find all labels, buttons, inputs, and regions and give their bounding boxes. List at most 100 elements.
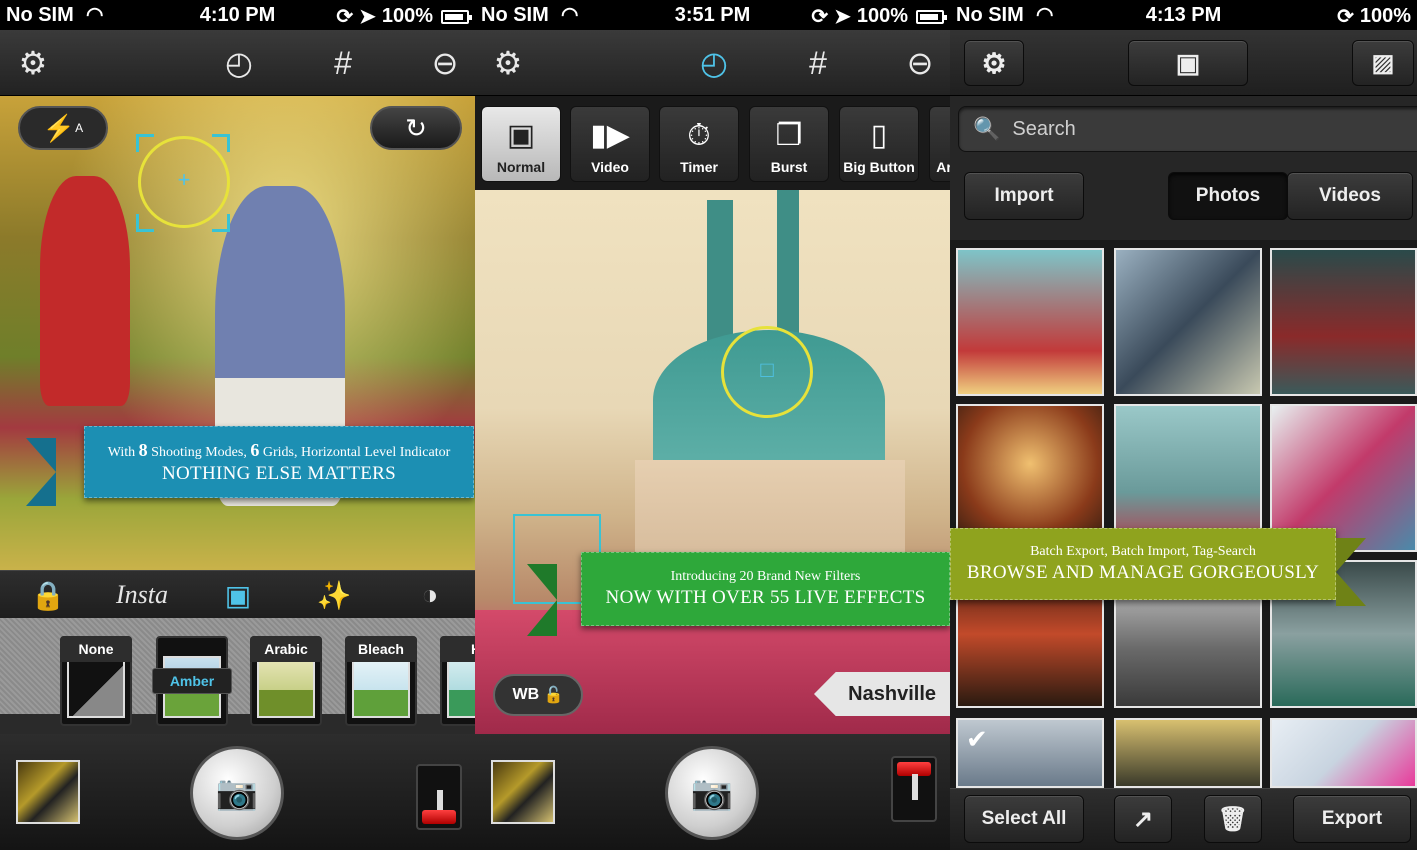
insta-button[interactable]: Insta	[112, 577, 172, 613]
tab-photos[interactable]: Photos	[1168, 172, 1288, 220]
photo-thumbnail[interactable]	[1114, 718, 1262, 788]
lock-rotation-icon: ⟳	[1337, 6, 1354, 28]
recent-photo-thumbnail[interactable]	[491, 760, 555, 824]
top-toolbar: ⚙ ▣ ▨	[950, 30, 1417, 96]
white-balance-lock-button[interactable]: WB 🔓	[493, 674, 583, 716]
flash-auto-button[interactable]: ⚡ A	[18, 106, 108, 150]
promo-ribbon: Batch Export, Batch Import, Tag-Search B…	[950, 528, 1336, 600]
search-bar: 🔍	[958, 106, 1417, 152]
status-bar: No SIM ◠ 4:13 PM ⟳ 100%	[950, 0, 1417, 30]
stabilizer-timer-icon[interactable]: ◴	[693, 42, 735, 84]
import-button[interactable]: Import	[964, 172, 1084, 220]
filter-label: H	[440, 636, 475, 662]
export-button[interactable]: Export	[1293, 795, 1411, 843]
lock-rotation-icon: ⟳	[811, 6, 829, 28]
settings-button[interactable]: ⚙	[964, 40, 1024, 86]
ribbon-tail	[1336, 538, 1366, 606]
focus-reticle[interactable]: □	[721, 326, 813, 418]
stopwatch-icon: ⏱	[687, 119, 711, 152]
mode-partial-button[interactable]: ▯Ar	[929, 106, 950, 182]
level-icon[interactable]: ⊖	[424, 42, 466, 84]
ribbon-title: NOTHING ELSE MATTERS	[162, 462, 396, 484]
capture-bar: 📷	[0, 734, 475, 850]
share-button[interactable]: ↗	[1114, 795, 1172, 843]
mode-label: Big Button	[843, 159, 915, 175]
gear-icon[interactable]: ⚙	[487, 42, 529, 84]
mode-timer-button[interactable]: ⏱ Timer	[659, 106, 739, 182]
photo-thumbnail[interactable]	[1270, 248, 1417, 396]
mode-normal-button[interactable]: ▣ Normal	[481, 106, 561, 182]
promo-ribbon: With 8 Shooting Modes, 6 Grids, Horizont…	[84, 426, 474, 498]
status-bar: No SIM ◠ 3:51 PM ⟳ ➤ 100%	[475, 0, 950, 30]
photo-thumbnail[interactable]	[1270, 718, 1417, 788]
mode-label: Ar	[936, 159, 950, 175]
level-icon[interactable]: ⊖	[899, 42, 941, 84]
person-red-jacket	[40, 176, 130, 406]
lock-rotation-icon: ⟳	[336, 6, 354, 28]
mode-switch[interactable]	[891, 756, 937, 822]
filter-partial[interactable]: H	[440, 636, 475, 726]
gear-icon[interactable]: ⚙	[12, 42, 54, 84]
filter-none[interactable]: None	[60, 636, 132, 726]
viewfinder[interactable]: □ Introducing 20 Brand New Filters NOW W…	[475, 190, 950, 734]
gallery-button[interactable]: ▨	[1352, 40, 1414, 86]
wb-label: WB	[512, 686, 540, 703]
switch-camera-button[interactable]: ↻	[370, 106, 462, 150]
battery-percent: 100%	[856, 5, 908, 27]
mode-burst-button[interactable]: ❐ Burst	[749, 106, 829, 182]
battery-icon	[916, 9, 947, 24]
photo-thumbnail[interactable]	[956, 248, 1104, 396]
camera-icon: ▣	[1175, 47, 1201, 78]
photo-thumbnail[interactable]: ✔	[956, 718, 1104, 788]
camera-button[interactable]: ▣	[1128, 40, 1248, 86]
filter-arabic[interactable]: Arabic	[250, 636, 322, 726]
ribbon-text: Grids, Horizontal Level Indicator	[259, 444, 451, 460]
capture-bar: 📷	[475, 734, 950, 850]
switch-knob	[422, 810, 456, 824]
filter-amber[interactable]: Amber	[152, 636, 232, 726]
viewfinder[interactable]: ⚡ A ↻ + With 8 Shooting Modes, 6 Grids, H…	[0, 96, 475, 570]
magic-wand-icon[interactable]: ✨	[316, 577, 352, 613]
ribbon-text: With	[107, 444, 139, 460]
battery-percent: 100%	[381, 5, 433, 27]
shooting-mode-selector: ▣ Normal ▮▶ Video ⏱ Timer ❐ Burst ▯ Big Butto…	[475, 96, 950, 190]
grid-icon[interactable]: #	[797, 42, 839, 84]
shutter-button[interactable]: 📷	[665, 746, 759, 840]
tab-videos[interactable]: Videos	[1287, 172, 1413, 220]
select-all-button[interactable]: Select All	[964, 795, 1084, 843]
ribbon-tail	[527, 564, 557, 636]
mode-label: Normal	[496, 159, 546, 175]
mode-switch[interactable]	[416, 764, 462, 830]
grid-icon[interactable]: #	[322, 42, 364, 84]
mode-video-button[interactable]: ▮▶ Video	[570, 106, 650, 182]
library-screen: No SIM ◠ 4:13 PM ⟳100% ⚙ ▣ ▨ 🔍 Import Ph…	[950, 0, 1417, 850]
search-input[interactable]	[1012, 117, 1393, 141]
shutter-button[interactable]: 📷	[190, 746, 284, 840]
filter-thumb	[447, 656, 475, 718]
lens-aperture-icon[interactable]: ◑	[412, 577, 448, 613]
lock-add-icon[interactable]: 🔒	[30, 577, 66, 613]
shooting-modes-screen: No SIM ◠ 3:51 PM ⟳ ➤ 100% ⚙ ◴ # ⊖ ▣ Normal …	[475, 0, 950, 850]
stabilizer-timer-icon[interactable]: ◴	[218, 42, 260, 84]
focus-bracket	[136, 214, 154, 232]
top-toolbar: ⚙ ◴ # ⊖	[475, 30, 950, 96]
focus-bracket	[212, 214, 230, 232]
location-icon: ➤	[834, 6, 851, 28]
filter-toolbar: 🔒 Insta ▣ ✨ ◑	[0, 570, 475, 618]
ribbon-title: NOW WITH OVER 55 LIVE EFFECTS	[605, 587, 926, 608]
filter-bleach[interactable]: Bleach	[345, 636, 417, 726]
mode-label: Burst	[770, 159, 808, 175]
ribbon-tail	[26, 438, 56, 506]
church-tower	[777, 190, 799, 340]
ribbon-title: BROWSE AND MANAGE GORGEOUSLY	[966, 562, 1320, 583]
film-filter-icon[interactable]: ▣	[220, 577, 256, 613]
mode-big-button-button[interactable]: ▯ Big Button	[839, 106, 919, 182]
image-icon: ▨	[1371, 49, 1395, 77]
ribbon-number: 6	[250, 439, 260, 460]
photo-thumbnail[interactable]	[1114, 248, 1262, 396]
recent-photo-thumbnail[interactable]	[16, 760, 80, 824]
filter-label: Bleach	[345, 636, 417, 662]
ribbon-number: 8	[138, 439, 148, 460]
delete-button[interactable]: 🗑	[1204, 795, 1262, 843]
trash-icon: 🗑	[1217, 805, 1249, 833]
